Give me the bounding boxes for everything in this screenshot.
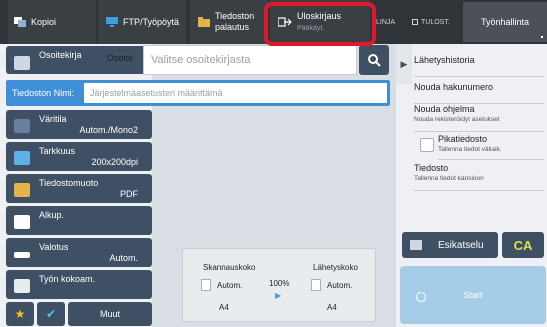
color-mode-button[interactable]: Väritila Autom./Mono2 [6, 110, 152, 139]
address-input[interactable]: Valitse osoitekirjasta [143, 45, 357, 75]
send-history-link[interactable]: Lähetyshistoria [414, 55, 544, 77]
recall-program-label: Nouda ohjelma [414, 104, 475, 114]
status-print-label: TULOST. [421, 18, 450, 26]
tab-kopioi[interactable]: Kopioi [8, 0, 96, 44]
clear-all-button[interactable]: CA [502, 232, 544, 258]
send-size-value: A4 [327, 303, 337, 312]
quick-file-link[interactable]: Pikatiedosto Tallenna tiedot väliaik. [438, 134, 544, 160]
highlight-frame [264, 2, 376, 46]
scan-doc-icon [201, 279, 211, 291]
tab-file-retrieval[interactable]: Tiedoston palautus [190, 0, 268, 44]
exposure-label: Valotus [39, 242, 69, 252]
status-print: TULOST. [412, 0, 450, 44]
resolution-icon [14, 151, 30, 165]
file-sub: Tallenna tiedot kansioon [414, 175, 484, 182]
folder-icon [198, 17, 210, 27]
print-status-icon [412, 19, 418, 25]
file-name-label: Tiedoston Nimi: [12, 88, 75, 98]
tab-palautus-line2: palautus [215, 22, 250, 32]
quick-file-sub: Tallenna tiedot väliaik. [438, 146, 502, 153]
recall-program-link[interactable]: Nouda ohjelma Nouda rekisteröidyt asetuk… [414, 104, 544, 132]
start-indicator-icon [416, 292, 426, 302]
clear-all-label: CA [513, 237, 533, 253]
star-icon: ★ [14, 307, 26, 321]
status-line: LINJA [376, 18, 396, 26]
job-build-icon [14, 279, 30, 293]
recall-number-link[interactable]: Nouda hakunumero [414, 82, 544, 104]
tab-ftp-desktop[interactable]: FTP/Työpöytä [98, 0, 186, 44]
send-auto-value: Autom. [327, 281, 353, 290]
resolution-button[interactable]: Tarkkuus 200x200dpi [6, 142, 152, 171]
chevron-right-icon: ▶ [400, 58, 408, 69]
check-icon: ✔ [45, 307, 57, 321]
arrow-right-icon: ▶ [275, 291, 282, 300]
exposure-value: Autom. [109, 253, 138, 263]
tab-palautus-line1: Tiedoston [215, 11, 255, 21]
exposure-button[interactable]: Valotus Autom. [6, 238, 152, 267]
file-label: Tiedosto [414, 163, 449, 173]
resolution-value: 200x200dpi [91, 157, 138, 167]
job-status-label: Työnhallinta [480, 17, 530, 27]
scan-size-value: A4 [219, 303, 229, 312]
quick-file-checkbox[interactable] [420, 138, 434, 152]
indicator-dot [541, 36, 543, 38]
address-label: Osoite [107, 53, 134, 63]
tab-kopioi-label: Kopioi [31, 17, 57, 27]
scan-auto-value: Autom. [217, 281, 243, 290]
color-mode-value: Autom./Mono2 [79, 125, 138, 135]
file-format-value: PDF [120, 189, 138, 199]
address-book-label: Osoitekirja [39, 50, 82, 60]
favorite-button[interactable]: ★ [6, 302, 34, 326]
recall-program-sub: Nouda rekisteröidyt asetukset [414, 116, 500, 123]
scan-size-panel[interactable]: Skannauskoko Lähetyskoko Autom. 100% ▶ A… [182, 248, 376, 322]
color-mode-label: Väritila [39, 114, 67, 124]
resolution-label: Tarkkuus [39, 146, 76, 156]
send-doc-icon [311, 279, 321, 291]
original-button[interactable]: Alkup. [6, 206, 152, 235]
tab-ftp-label: FTP/Työpöytä [123, 17, 180, 27]
copy-icon [14, 17, 26, 27]
preview-icon [410, 240, 422, 250]
file-format-label: Tiedostomuoto [39, 178, 99, 188]
exposure-icon [14, 252, 30, 258]
job-build-button[interactable]: Työn kokoam. [6, 270, 152, 299]
recall-number-label: Nouda hakunumero [414, 82, 494, 92]
address-book-icon [14, 56, 30, 70]
ratio-value: 100% [269, 279, 290, 288]
file-format-button[interactable]: Tiedostomuoto PDF [6, 174, 152, 203]
job-status-button[interactable]: Työnhallinta [463, 2, 547, 42]
start-label: Start [463, 290, 483, 300]
file-link[interactable]: Tiedosto Tallenna tiedot kansioon [414, 163, 544, 191]
preview-button[interactable]: Esikatselu [402, 232, 498, 258]
original-label: Alkup. [39, 210, 65, 220]
quick-file-label: Pikatiedosto [438, 134, 488, 144]
file-format-icon [14, 183, 30, 197]
others-label: Muut [99, 309, 120, 319]
collapse-panel-button[interactable]: ▶ [396, 44, 412, 84]
color-mode-icon [14, 119, 30, 133]
preview-label: Esikatselu [438, 239, 484, 251]
search-button[interactable] [359, 45, 389, 75]
tab-palautus-label: Tiedoston palautus [215, 11, 254, 33]
search-icon [368, 54, 381, 67]
monitor-icon [106, 17, 118, 27]
send-size-label: Lähetyskoko [313, 263, 358, 272]
job-build-label: Työn kokoam. [39, 274, 96, 284]
original-icon [14, 215, 30, 229]
scan-size-label: Skannauskoko [203, 263, 256, 272]
file-name-input[interactable]: Järjestelmäasetusten määrittämä [84, 83, 387, 103]
send-history-label: Lähetyshistoria [414, 55, 475, 65]
others-button[interactable]: Muut [68, 302, 152, 326]
confirm-button[interactable]: ✔ [37, 302, 65, 326]
